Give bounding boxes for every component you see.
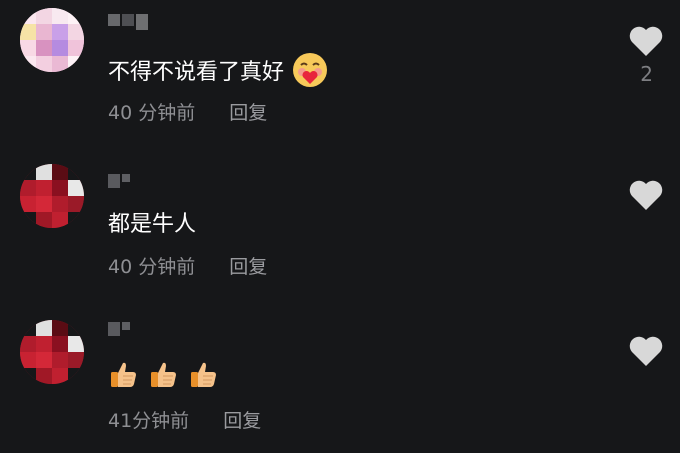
avatar[interactable] (20, 8, 84, 72)
comment-meta: 41分钟前 回复 (108, 406, 261, 433)
thumbs-up-icon (151, 362, 176, 387)
thumbs-up-icon (111, 362, 136, 387)
heart-icon[interactable] (628, 178, 664, 212)
username-redacted[interactable] (108, 174, 130, 190)
comment-text-content: 都是牛人 (108, 212, 197, 237)
smiling-face-with-heart-icon (293, 53, 328, 87)
heart-icon[interactable] (628, 334, 664, 368)
reply-button[interactable]: 回复 (223, 406, 261, 433)
comment-text: 不得不说看了真好 (108, 50, 330, 90)
reply-button[interactable]: 回复 (229, 252, 267, 279)
comment-item: 41分钟前 回复 (0, 290, 680, 453)
comment-meta: 40 分钟前 回复 (108, 98, 267, 125)
heart-icon[interactable] (628, 24, 664, 58)
comment-time: 40 分钟前 (108, 102, 196, 124)
comment-meta: 40 分钟前 回复 (108, 252, 267, 279)
username-redacted[interactable] (108, 322, 130, 338)
avatar[interactable] (20, 320, 84, 384)
comment-time: 41分钟前 (108, 410, 190, 432)
like-count: 2 (640, 62, 653, 86)
thumbs-up-icon (191, 362, 216, 387)
username-redacted[interactable] (108, 14, 148, 30)
comment-item: 不得不说看了真好 40 分钟前 回复 2 (0, 0, 680, 140)
comment-time: 40 分钟前 (108, 256, 196, 278)
comment-item: 都是牛人 40 分钟前 回复 (0, 140, 680, 290)
comment-text: 都是牛人 (108, 206, 196, 238)
reply-button[interactable]: 回复 (229, 98, 267, 125)
avatar[interactable] (20, 164, 84, 228)
comment-text-content: 不得不说看了真好 (108, 60, 285, 85)
comment-emoji-row (108, 358, 220, 390)
